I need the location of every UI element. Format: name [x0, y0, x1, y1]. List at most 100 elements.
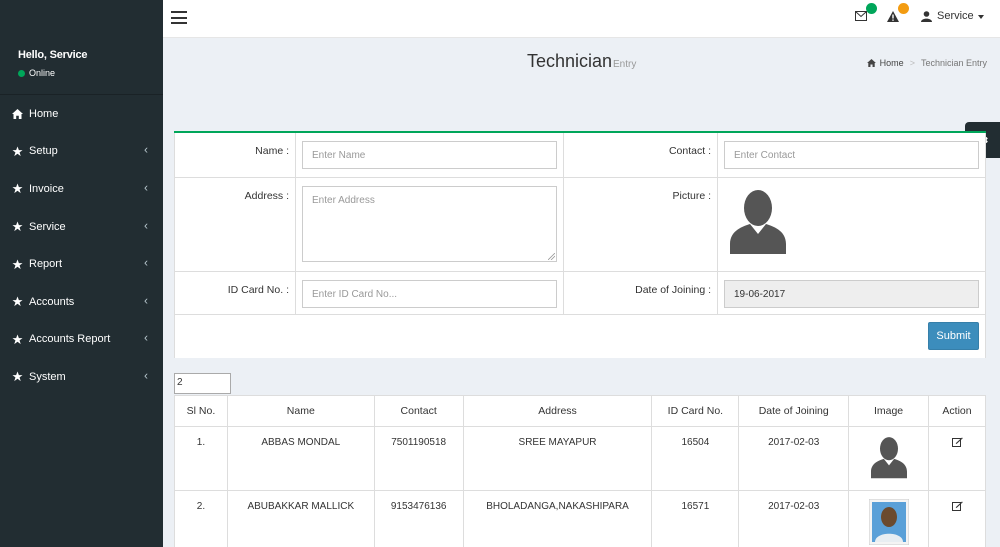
- breadcrumb: Home > Technician Entry: [866, 58, 987, 68]
- sidebar-item-system[interactable]: System ‹: [0, 358, 163, 396]
- star-icon: [11, 145, 23, 157]
- sidebar-item-label: Home: [29, 107, 59, 120]
- picture-label: Picture :: [564, 178, 718, 271]
- sidebar-item-home[interactable]: Home: [0, 95, 163, 133]
- doj-label: Date of Joining :: [564, 272, 718, 314]
- chevron-left-icon: ‹: [144, 218, 148, 233]
- user-icon: [921, 10, 932, 22]
- column-header[interactable]: Address: [462, 395, 653, 427]
- sidebar-item-label: Setup: [29, 145, 58, 158]
- user-status-label: Online: [29, 68, 56, 78]
- user-status: Online: [18, 68, 163, 78]
- cell-address: BHOLADANGA,NAKASHIPARA: [462, 490, 653, 547]
- column-header[interactable]: Date of Joining: [738, 395, 850, 427]
- column-header[interactable]: Sl No.: [174, 395, 228, 427]
- resize-handle-icon: [548, 253, 555, 260]
- alerts-badge: [898, 3, 909, 14]
- address-textarea[interactable]: Enter Address: [302, 186, 557, 262]
- hamburger-menu-icon[interactable]: [171, 11, 187, 24]
- contact-label: Contact :: [564, 133, 718, 177]
- table-header-row: Sl No. Name Contact Address ID Card No. …: [174, 395, 986, 427]
- sidebar-item-invoice[interactable]: Invoice ‹: [0, 170, 163, 208]
- avatar-placeholder-icon: [870, 437, 907, 479]
- form-actions: Submit: [174, 315, 986, 358]
- edit-icon[interactable]: [951, 437, 963, 450]
- sidebar-item-setup[interactable]: Setup ‹: [0, 133, 163, 171]
- page-size-input[interactable]: 2: [174, 373, 231, 394]
- star-icon: [11, 333, 23, 345]
- idcard-label: ID Card No. :: [174, 272, 296, 314]
- breadcrumb-current: Technician Entry: [920, 58, 987, 68]
- doj-input[interactable]: 19-06-2017: [724, 280, 979, 308]
- page-title: Technician: [527, 51, 613, 71]
- column-header[interactable]: ID Card No.: [651, 395, 740, 427]
- page-subtitle: Entry: [613, 59, 637, 70]
- chevron-left-icon: ‹: [144, 330, 148, 345]
- avatar-upload-icon[interactable]: [730, 188, 786, 254]
- address-label: Address :: [174, 178, 296, 271]
- technician-table: Sl No. Name Contact Address ID Card No. …: [174, 395, 986, 547]
- chevron-left-icon: ‹: [144, 255, 148, 270]
- sidebar-item-service[interactable]: Service ‹: [0, 208, 163, 246]
- edit-icon[interactable]: [951, 501, 963, 514]
- cell-action: [928, 426, 986, 491]
- column-header[interactable]: Contact: [373, 395, 464, 427]
- chevron-left-icon: ‹: [144, 180, 148, 195]
- sidebar-item-label: Accounts Report: [29, 333, 111, 346]
- cell-name: ABUBAKKAR MALLICK: [226, 490, 375, 547]
- home-icon: [11, 108, 23, 120]
- breadcrumb-separator: >: [909, 58, 915, 68]
- chevron-left-icon: ‹: [144, 142, 148, 157]
- cell-sl: 2.: [174, 490, 228, 547]
- sidebar-item-report[interactable]: Report ‹: [0, 245, 163, 283]
- cell-image: [848, 426, 929, 491]
- breadcrumb-home-link[interactable]: Home: [866, 58, 904, 68]
- cell-doj: 2017-02-03: [738, 426, 850, 491]
- name-label: Name :: [174, 133, 296, 177]
- messages-badge: [866, 3, 877, 14]
- alerts-button[interactable]: [887, 3, 909, 25]
- column-header[interactable]: Action: [928, 395, 986, 427]
- user-menu-label: Service: [937, 10, 974, 22]
- caret-down-icon: [977, 15, 984, 19]
- cell-idcard: 16571: [651, 490, 740, 547]
- star-icon: [11, 258, 23, 270]
- contact-input[interactable]: Enter Contact: [724, 141, 979, 169]
- sidebar-item-accounts[interactable]: Accounts ‹: [0, 283, 163, 321]
- sidebar-item-label: Service: [29, 220, 66, 233]
- cell-name: ABBAS MONDAL: [226, 426, 375, 491]
- messages-button[interactable]: [855, 3, 877, 25]
- idcard-input[interactable]: Enter ID Card No...: [302, 280, 557, 308]
- cell-sl: 1.: [174, 426, 228, 491]
- star-icon: [11, 221, 23, 233]
- cell-contact: 9153476136: [373, 490, 464, 547]
- column-header[interactable]: Image: [848, 395, 929, 427]
- top-navbar: Service: [163, 0, 1000, 38]
- sidebar: Hello, Service Online Home Setup ‹ Invoi…: [0, 0, 163, 547]
- column-header[interactable]: Name: [226, 395, 375, 427]
- cell-doj: 2017-02-03: [738, 490, 850, 547]
- sidebar-item-label: Accounts: [29, 295, 75, 308]
- sidebar-menu: Home Setup ‹ Invoice ‹ Service ‹ Report …: [0, 95, 163, 396]
- name-input[interactable]: Enter Name: [302, 141, 557, 169]
- sidebar-item-label: Report: [29, 258, 63, 271]
- submit-button[interactable]: Submit: [928, 322, 979, 350]
- user-menu-dropdown[interactable]: Service: [921, 10, 984, 22]
- table-row: 1. ABBAS MONDAL 7501190518 SREE MAYAPUR …: [174, 426, 986, 491]
- cell-image: [848, 490, 929, 547]
- chevron-left-icon: ‹: [144, 293, 148, 308]
- cell-idcard: 16504: [651, 426, 740, 491]
- breadcrumb-home-label: Home: [879, 58, 904, 68]
- star-icon: [11, 371, 23, 383]
- cell-address: SREE MAYAPUR: [462, 426, 653, 491]
- user-panel: Hello, Service Online: [0, 0, 163, 95]
- technician-photo: [868, 498, 910, 546]
- address-placeholder: Enter Address: [312, 195, 375, 206]
- warning-icon: [887, 11, 899, 22]
- user-greeting: Hello, Service: [18, 49, 88, 61]
- sidebar-item-accounts-report[interactable]: Accounts Report ‹: [0, 321, 163, 359]
- sidebar-item-label: System: [29, 370, 66, 383]
- sidebar-item-label: Invoice: [29, 182, 64, 195]
- home-icon: [866, 59, 876, 67]
- technician-form: Name : Enter Name Contact : Enter Contac…: [174, 131, 986, 358]
